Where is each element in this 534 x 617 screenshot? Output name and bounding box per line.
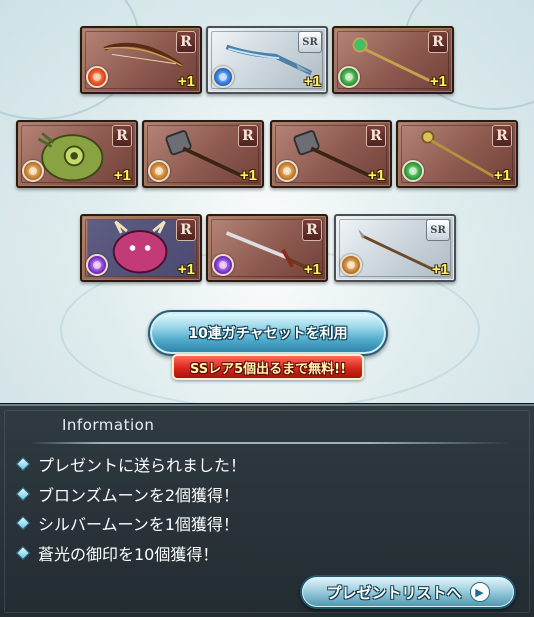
earth-element-icon [276,160,298,182]
plus-bonus: +1 [493,167,511,184]
fire-element-icon [86,66,108,88]
item-card-demon[interactable]: R +1 [80,214,202,282]
diamond-bullet-icon [15,515,31,531]
rarity-badge: R [302,219,322,241]
plus-bonus: +1 [431,261,449,278]
item-card-hammer-2[interactable]: R +1 [270,120,392,188]
plus-bonus: +1 [429,73,447,90]
plus-bonus: +1 [303,73,321,90]
info-line-text: ブロンズムーンを2個獲得！ [38,486,240,505]
rarity-badge: R [428,31,448,53]
ssr-free-ribbon[interactable]: SSレア5個出るまで無料!! [172,354,364,380]
diamond-bullet-icon [15,545,31,561]
rarity-badge: R [112,125,132,147]
plus-bonus: +1 [113,167,131,184]
item-card-staff-green[interactable]: R +1 [332,26,454,94]
rarity-badge: SR [426,219,450,241]
info-line-text: シルバームーンを1個獲得！ [38,515,239,534]
gacha-10-set-button[interactable]: 10連ガチャセットを利用 [148,310,388,356]
info-line: 蒼光の御印を10個獲得！ [15,541,219,565]
play-arrow-icon: ▶ [469,582,490,602]
rarity-badge: SR [298,31,322,53]
info-line: プレゼントに送られました！ [15,452,247,476]
plus-bonus: +1 [177,73,195,90]
diamond-bullet-icon [15,486,31,502]
result-screen: R +1 SR +1 R +1 R +1 R +1 R +1 R +1 R +1… [0,0,534,617]
item-card-sword[interactable]: R +1 [206,214,328,282]
rarity-badge: R [492,125,512,147]
info-line: ブロンズムーンを2個獲得！ [15,482,240,506]
information-title: Information [62,416,155,434]
info-line: シルバームーンを1個獲得！ [15,511,239,535]
present-list-button[interactable]: プレゼントリストへ ▶ [300,575,516,609]
info-line-text: プレゼントに送られました！ [38,456,247,475]
plus-bonus: +1 [303,261,321,278]
rarity-badge: R [238,125,258,147]
item-card-spear[interactable]: SR +1 [206,26,328,94]
gacha-button-label: 10連ガチャセットを利用 [188,326,348,342]
wind-element-icon [402,160,424,182]
plus-bonus: +1 [367,167,385,184]
dark-element-icon [212,254,234,276]
rarity-badge: R [176,31,196,53]
item-card-bow[interactable]: R +1 [80,26,202,94]
water-element-icon [212,66,234,88]
info-line-text: 蒼光の御印を10個獲得！ [38,545,219,564]
item-card-lance[interactable]: SR +1 [334,214,456,282]
earth-element-icon [148,160,170,182]
rarity-badge: R [176,219,196,241]
ribbon-label: SSレア5個出るまで無料!! [189,361,347,377]
plus-bonus: +1 [177,261,195,278]
earth-element-icon [340,254,362,276]
item-card-golem[interactable]: R +1 [16,120,138,188]
plus-bonus: +1 [239,167,257,184]
present-button-label: プレゼントリストへ [326,583,462,602]
earth-element-icon [22,160,44,182]
dark-element-icon [86,254,108,276]
divider [30,442,510,444]
wind-element-icon [338,66,360,88]
information-panel: Information プレゼントに送られました！ ブロンズムーンを2個獲得！ … [0,404,534,617]
rarity-badge: R [366,125,386,147]
item-card-hammer-1[interactable]: R +1 [142,120,264,188]
diamond-bullet-icon [15,456,31,472]
item-card-staff-gold[interactable]: R +1 [396,120,518,188]
